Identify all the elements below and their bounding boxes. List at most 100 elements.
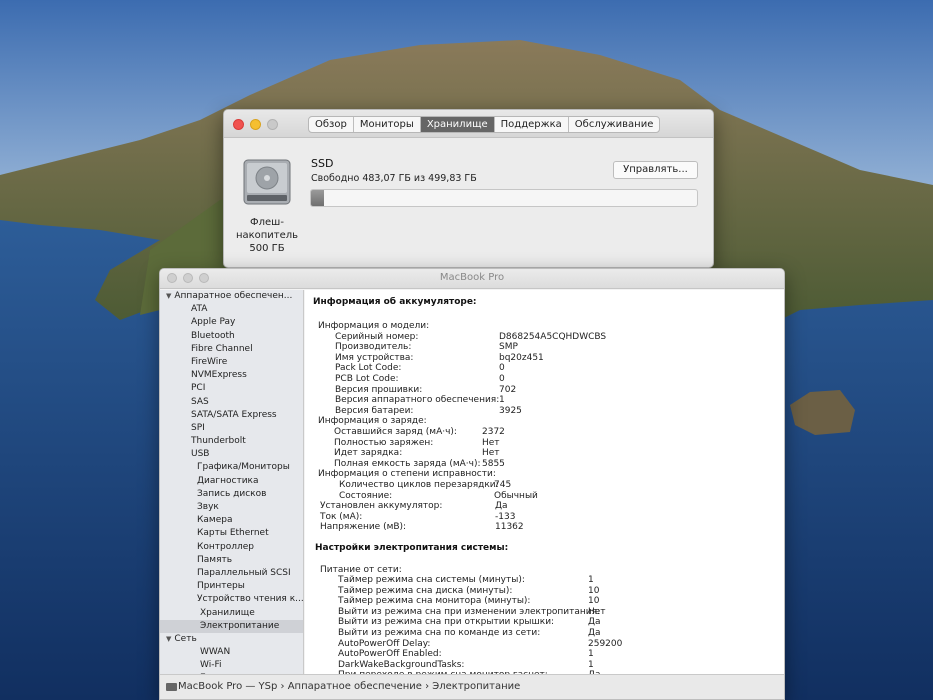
power-setting-row: Выйти из режима сна при изменении электр…	[305, 607, 765, 618]
hard-drive-icon	[243, 159, 291, 205]
battery-info-value: Нет	[482, 448, 500, 459]
tab-service[interactable]: Обслуживание	[569, 117, 660, 132]
about-this-mac-window: Обзор Мониторы Хранилище Поддержка Обслу…	[223, 109, 714, 268]
battery-info-key: Ток (мА):	[320, 511, 363, 522]
power-setting-value: 259200	[588, 638, 623, 649]
zoom-window-button[interactable]	[267, 119, 278, 130]
sidebar-item-label: Камера	[197, 515, 233, 526]
sidebar-item[interactable]: Звук	[160, 501, 303, 514]
sidebar-item[interactable]: Принтеры	[160, 580, 303, 593]
sidebar-tree: ▼ Аппаратное обеспечен... ATA Apple Pay Blue…	[160, 290, 304, 676]
sidebar-item[interactable]: WWAN	[160, 646, 303, 659]
sidebar-item[interactable]: Fibre Channel	[160, 343, 303, 356]
sidebar-item[interactable]: Графика/Мониторы	[160, 461, 303, 474]
tab-support[interactable]: Поддержка	[495, 117, 569, 132]
battery-info-value: 5855	[482, 458, 505, 469]
sidebar-item-label: Звук	[197, 502, 219, 512]
battery-info-value: 0	[499, 363, 505, 374]
battery-info-key: Напряжение (мВ):	[320, 522, 407, 533]
sidebar-item[interactable]: Apple Pay	[160, 316, 303, 329]
battery-info-key: Полная емкость заряда (мА·ч):	[334, 458, 481, 469]
battery-info-key: Информация о модели:	[318, 321, 430, 331]
detail-pane: Информация об аккумуляторе: Информация о…	[305, 290, 784, 676]
sidebar-item-label: Диагностика	[197, 475, 259, 486]
battery-info-key: Информация о степени исправности:	[318, 469, 496, 480]
battery-info-value: D868254A5CQHDWCBS	[499, 331, 607, 342]
sidebar-item[interactable]: Карты Ethernet	[160, 527, 303, 540]
battery-info-row: Версия прошивки: 702	[305, 385, 765, 396]
sidebar-item[interactable]: Запись дисков	[160, 488, 303, 501]
sidebar-item[interactable]: Электропитание	[160, 619, 303, 633]
battery-section-title: Информация об аккумуляторе:	[313, 297, 477, 307]
sidebar-item[interactable]: FireWire	[160, 356, 303, 369]
sidebar-item[interactable]: Память	[160, 554, 303, 567]
sidebar-item[interactable]: USB	[160, 448, 303, 461]
sidebar-item[interactable]: Устройство чтения к...	[160, 593, 303, 606]
sidebar-item-label: NVMExpress	[191, 370, 247, 381]
path-text: MacBook Pro — YSp › Аппаратное обеспечен…	[178, 681, 521, 692]
close-window-button[interactable]	[233, 119, 244, 130]
sidebar-item-label: Устройство чтения к...	[197, 594, 303, 605]
power-setting-value: 10	[588, 585, 600, 596]
battery-info-key: Оставшийся заряд (мА·ч):	[334, 427, 457, 437]
sysinfo-titlebar: MacBook Pro	[160, 269, 784, 289]
sidebar-item[interactable]: Камера	[160, 514, 303, 527]
power-setting-value: Да	[588, 628, 601, 638]
tab-overview[interactable]: Обзор	[309, 117, 354, 132]
sidebar-item-label: Графика/Мониторы	[197, 462, 290, 473]
tab-storage[interactable]: Хранилище	[420, 117, 495, 132]
battery-info-value: Да	[495, 501, 508, 512]
manage-button[interactable]: Управлять...	[613, 161, 698, 179]
battery-info-row: Количество циклов перезарядки: 745	[305, 480, 765, 491]
power-setting-value: Нет	[588, 606, 606, 617]
power-setting-key: Таймер режима сна системы (минуты):	[338, 575, 525, 585]
sidebar-item[interactable]: SPI	[160, 422, 303, 435]
sidebar-item[interactable]: Bluetooth	[160, 330, 303, 343]
sidebar-item[interactable]: Диагностика	[160, 475, 303, 488]
sidebar-item[interactable]: Контроллер	[160, 541, 303, 554]
power-setting-row: Выйти из режима сна по команде из сети: Д…	[305, 628, 765, 639]
tab-displays[interactable]: Мониторы	[354, 117, 421, 132]
minimize-window-button[interactable]	[250, 119, 261, 130]
battery-info-row: Ток (мА): -133	[305, 512, 765, 523]
sidebar-item[interactable]: Хранилище	[160, 607, 303, 620]
sidebar-item[interactable]: PCI	[160, 382, 303, 395]
battery-info-value: 745	[494, 480, 512, 490]
battery-info-value: SMP	[499, 342, 518, 353]
sidebar-item[interactable]: ▼ Сеть	[160, 633, 303, 646]
battery-info-key: Полностью заряжен:	[334, 437, 434, 448]
battery-info-row: Полная емкость заряда (мА·ч): 5855	[305, 459, 765, 470]
disclosure-triangle-icon[interactable]: ▼	[166, 635, 171, 643]
battery-info-row: Полностью заряжен: Нет	[305, 438, 765, 449]
battery-info-row: Напряжение (мВ): 11362	[305, 522, 765, 533]
sidebar-item-label: Wi-Fi	[200, 660, 222, 671]
sidebar-item-label: Сеть	[174, 633, 197, 644]
sidebar-item-label: PCI	[191, 383, 206, 394]
battery-info-row: Pack Lot Code: 0	[305, 363, 765, 374]
sidebar-item-label: ATA	[191, 304, 208, 315]
sidebar-item[interactable]: Wi-Fi	[160, 659, 303, 672]
sidebar-item[interactable]: SAS	[160, 396, 303, 409]
about-titlebar: Обзор Мониторы Хранилище Поддержка Обслу…	[224, 110, 713, 138]
sidebar-item-label: SPI	[191, 422, 205, 433]
power-setting-value: 1	[588, 575, 594, 585]
battery-info-row: Информация о заряде:	[305, 416, 765, 427]
battery-info-row: Серийный номер: D868254A5CQHDWCBS	[305, 332, 765, 343]
sidebar-item[interactable]: ATA	[160, 303, 303, 316]
power-setting-key: DarkWakeBackgroundTasks:	[338, 659, 465, 670]
battery-info-row: Идет зарядка: Нет	[305, 448, 765, 459]
battery-info-key: Версия прошивки:	[335, 384, 423, 395]
system-information-window: MacBook Pro ▼ Аппаратное обеспечен... ATA A…	[159, 268, 785, 700]
storage-usage-bar	[310, 189, 698, 207]
sidebar-item[interactable]: Thunderbolt	[160, 435, 303, 448]
sidebar-item-label: Apple Pay	[191, 317, 236, 328]
disk-label: Флеш- накопитель 500 ГБ	[234, 216, 300, 255]
sidebar-item[interactable]: NVMExpress	[160, 369, 303, 382]
sidebar-item[interactable]: ▼ Аппаратное обеспечен...	[160, 290, 303, 303]
battery-info-row: PCB Lot Code: 0	[305, 374, 765, 385]
sidebar-item[interactable]: Параллельный SCSI	[160, 567, 303, 580]
power-setting-key: Выйти из режима сна при открытии крышки:	[338, 617, 555, 628]
path-bar: MacBook Pro — YSp › Аппаратное обеспечен…	[160, 674, 784, 699]
sidebar-item[interactable]: SATA/SATA Express	[160, 409, 303, 422]
disclosure-triangle-icon[interactable]: ▼	[166, 292, 171, 300]
